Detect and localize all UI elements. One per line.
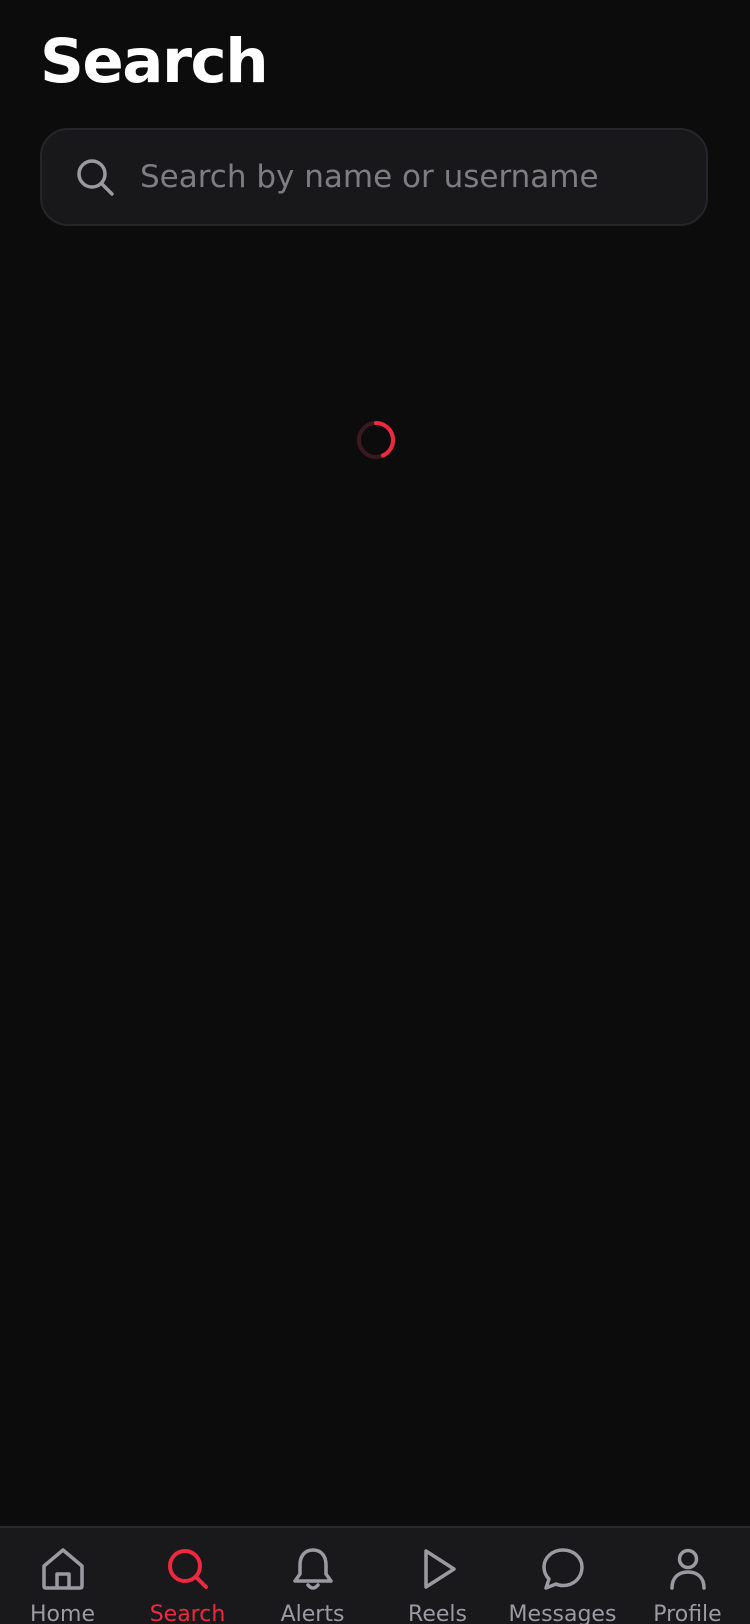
nav-label-reels: Reels bbox=[408, 1602, 467, 1624]
user-icon bbox=[669, 1548, 706, 1590]
nav-item-search[interactable]: Search bbox=[125, 1528, 250, 1624]
search-icon bbox=[167, 1549, 208, 1589]
nav-label-alerts: Alerts bbox=[280, 1602, 345, 1624]
nav-item-home[interactable]: Home bbox=[0, 1528, 125, 1624]
nav-item-profile[interactable]: Profile bbox=[625, 1528, 750, 1624]
search-input[interactable] bbox=[140, 147, 682, 207]
page-title: Search bbox=[40, 26, 269, 97]
search-screen: Search Home Search bbox=[0, 0, 750, 1624]
loading-spinner-icon bbox=[357, 421, 396, 459]
nav-item-messages[interactable]: Messages bbox=[500, 1528, 625, 1624]
play-icon bbox=[423, 1549, 456, 1589]
nav-label-home: Home bbox=[30, 1602, 95, 1624]
search-icon bbox=[74, 156, 116, 198]
nav-label-messages: Messages bbox=[508, 1602, 617, 1624]
nav-label-search: Search bbox=[149, 1602, 226, 1624]
nav-label-profile: Profile bbox=[653, 1602, 722, 1624]
home-icon bbox=[41, 1548, 84, 1590]
bell-icon bbox=[292, 1548, 333, 1590]
nav-item-alerts[interactable]: Alerts bbox=[250, 1528, 375, 1624]
nav-item-reels[interactable]: Reels bbox=[375, 1528, 500, 1624]
bottom-tab-bar: Home Search Alerts Reels Messages Profil… bbox=[0, 1526, 750, 1624]
search-bar[interactable] bbox=[40, 128, 708, 226]
chat-bubble-icon bbox=[541, 1548, 584, 1590]
